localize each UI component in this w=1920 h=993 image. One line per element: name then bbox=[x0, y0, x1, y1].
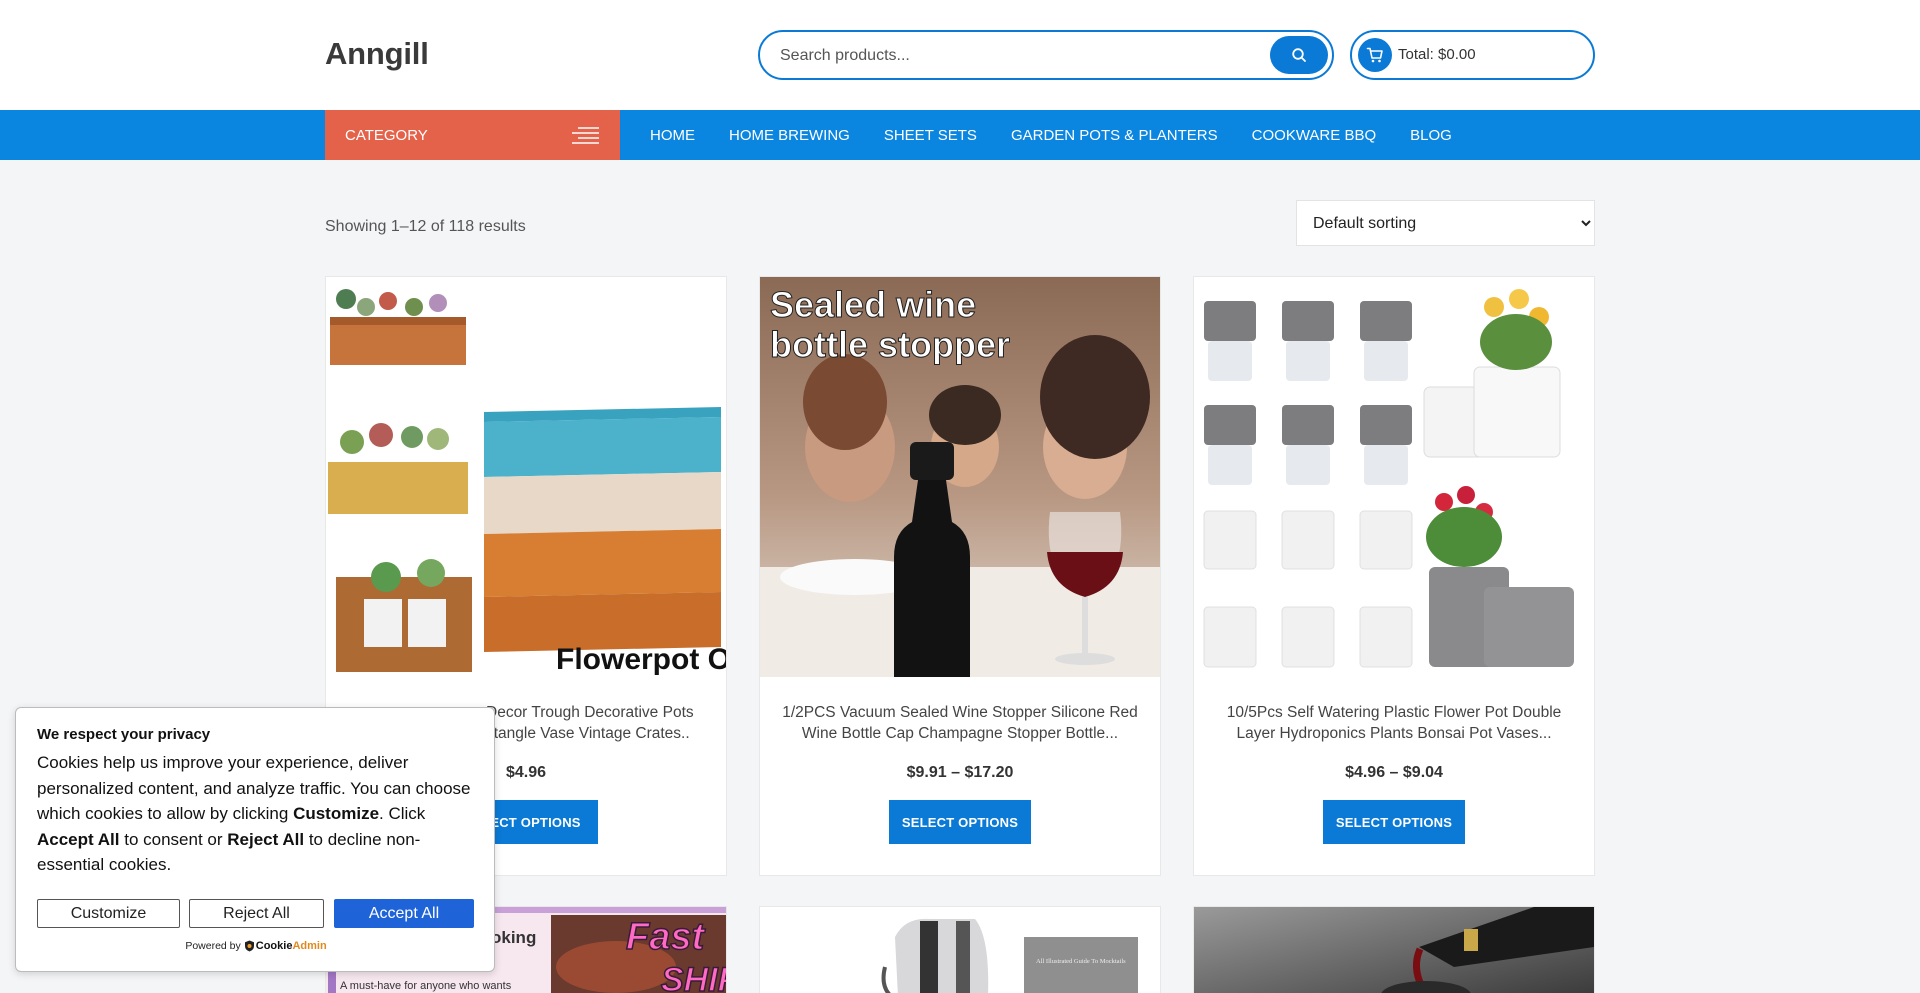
search-bar bbox=[758, 30, 1334, 80]
nav-link-sheet-sets[interactable]: SHEET SETS bbox=[884, 127, 977, 144]
product-price: $9.91 – $17.20 bbox=[906, 764, 1014, 781]
product-title-line: 1/2PCS Vacuum Sealed Wine Stopper Silico… bbox=[782, 704, 1138, 721]
category-label: CATEGORY bbox=[345, 126, 428, 144]
cookie-text-reject: Reject All bbox=[227, 829, 305, 849]
nav-links: HOME HOME BREWING SHEET SETS GARDEN POTS… bbox=[650, 110, 1486, 160]
shield-icon bbox=[244, 940, 254, 952]
cookieadmin-logo[interactable]: Cookie Admin bbox=[244, 940, 327, 952]
cart-total: Total: $0.00 bbox=[1398, 46, 1476, 63]
cart-widget[interactable]: Total: $0.00 bbox=[1350, 30, 1595, 80]
product-image[interactable] bbox=[1194, 277, 1594, 677]
nav-link-blog[interactable]: BLOG bbox=[1410, 127, 1452, 144]
product-title[interactable]: 1/2PCS Vacuum Sealed Wine Stopper Silico… bbox=[780, 702, 1140, 744]
powered-by-label: Powered by bbox=[185, 940, 241, 952]
cookieadmin-brand-1: Cookie bbox=[255, 940, 293, 952]
cookie-text-part: . Click bbox=[379, 804, 426, 823]
product-title[interactable]: 10/5Pcs Self Watering Plastic Flower Pot… bbox=[1214, 702, 1574, 744]
product-image-caption: bottle stopper bbox=[770, 324, 1010, 365]
cart-icon-container bbox=[1358, 38, 1392, 72]
product-image-caption: Sealed wine bbox=[770, 284, 976, 325]
cookie-text-part: to consent or bbox=[119, 829, 228, 849]
nav-link-garden-pots[interactable]: GARDEN POTS & PLANTERS bbox=[1011, 127, 1218, 144]
select-options-button[interactable]: SELECT OPTIONS bbox=[889, 800, 1031, 844]
nav-link-home[interactable]: HOME bbox=[650, 127, 695, 144]
product-card: All Illustrated Guide To Mocktails bbox=[759, 906, 1161, 993]
product-title-line: 10/5Pcs Self Watering Plastic Flower Pot… bbox=[1226, 704, 1562, 721]
product-title-line: Wine Bottle Cap Champagne Stopper Bottle… bbox=[801, 725, 1119, 742]
product-image-caption: Flowerpot Only bbox=[556, 643, 726, 676]
product-image-badge: SHIP bbox=[661, 961, 726, 993]
cookie-text-accept: Accept All bbox=[37, 829, 120, 849]
product-card bbox=[1193, 906, 1595, 993]
search-input[interactable] bbox=[780, 44, 1240, 68]
site-logo[interactable]: Anngill bbox=[325, 36, 429, 72]
cookie-consent-banner: We respect your privacy Cookies help us … bbox=[15, 707, 495, 972]
product-title-line: Layer Hydroponics Plants Bonsai Pot Vase… bbox=[1236, 725, 1552, 742]
nav-link-home-brewing[interactable]: HOME BREWING bbox=[729, 127, 850, 144]
product-price: $4.96 – $9.04 bbox=[1345, 764, 1443, 781]
cookieadmin-brand-2: Admin bbox=[292, 940, 327, 952]
book-title: All Illustrated Guide To Mocktails bbox=[1036, 958, 1126, 965]
results-count: Showing 1–12 of 118 results bbox=[325, 218, 526, 235]
cookie-accept-button[interactable]: Accept All bbox=[334, 899, 474, 928]
cookie-powered-by: Powered by Cookie Admin bbox=[16, 940, 496, 952]
search-button[interactable] bbox=[1270, 36, 1328, 74]
product-image[interactable] bbox=[1194, 907, 1594, 993]
main-navbar: CATEGORY HOME HOME BREWING SHEET SETS GA… bbox=[0, 110, 1920, 160]
product-image-badge: Fast bbox=[626, 916, 705, 958]
product-image[interactable]: Flowerpot Only bbox=[326, 277, 726, 677]
product-image[interactable]: All Illustrated Guide To Mocktails bbox=[760, 907, 1160, 993]
search-icon bbox=[1292, 48, 1306, 62]
nav-link-cookware-bbq[interactable]: COOKWARE BBQ bbox=[1252, 127, 1376, 144]
cookie-title: We respect your privacy bbox=[37, 726, 211, 743]
product-card: Sealed wine bottle stopper 1/2PCS Vacuum… bbox=[759, 276, 1161, 876]
site-header: Anngill Total: $0.00 bbox=[0, 0, 1920, 110]
product-image-subtext: A must-have for anyone who wants bbox=[340, 980, 512, 992]
product-image-heading: oking bbox=[491, 928, 536, 947]
cart-icon bbox=[1366, 47, 1383, 63]
menu-lines-icon bbox=[572, 127, 599, 144]
category-menu-button[interactable]: CATEGORY bbox=[325, 110, 620, 160]
product-card: 10/5Pcs Self Watering Plastic Flower Pot… bbox=[1193, 276, 1595, 876]
cookie-reject-button[interactable]: Reject All bbox=[189, 899, 324, 928]
cookie-text-customize: Customize bbox=[293, 804, 380, 823]
select-options-button[interactable]: SELECT OPTIONS bbox=[1323, 800, 1465, 844]
sort-select[interactable]: Default sorting bbox=[1296, 200, 1595, 246]
cookie-message: Cookies help us improve your experience,… bbox=[37, 750, 482, 878]
product-image[interactable]: Sealed wine bottle stopper bbox=[760, 277, 1160, 677]
cookie-customize-button[interactable]: Customize bbox=[37, 899, 180, 928]
